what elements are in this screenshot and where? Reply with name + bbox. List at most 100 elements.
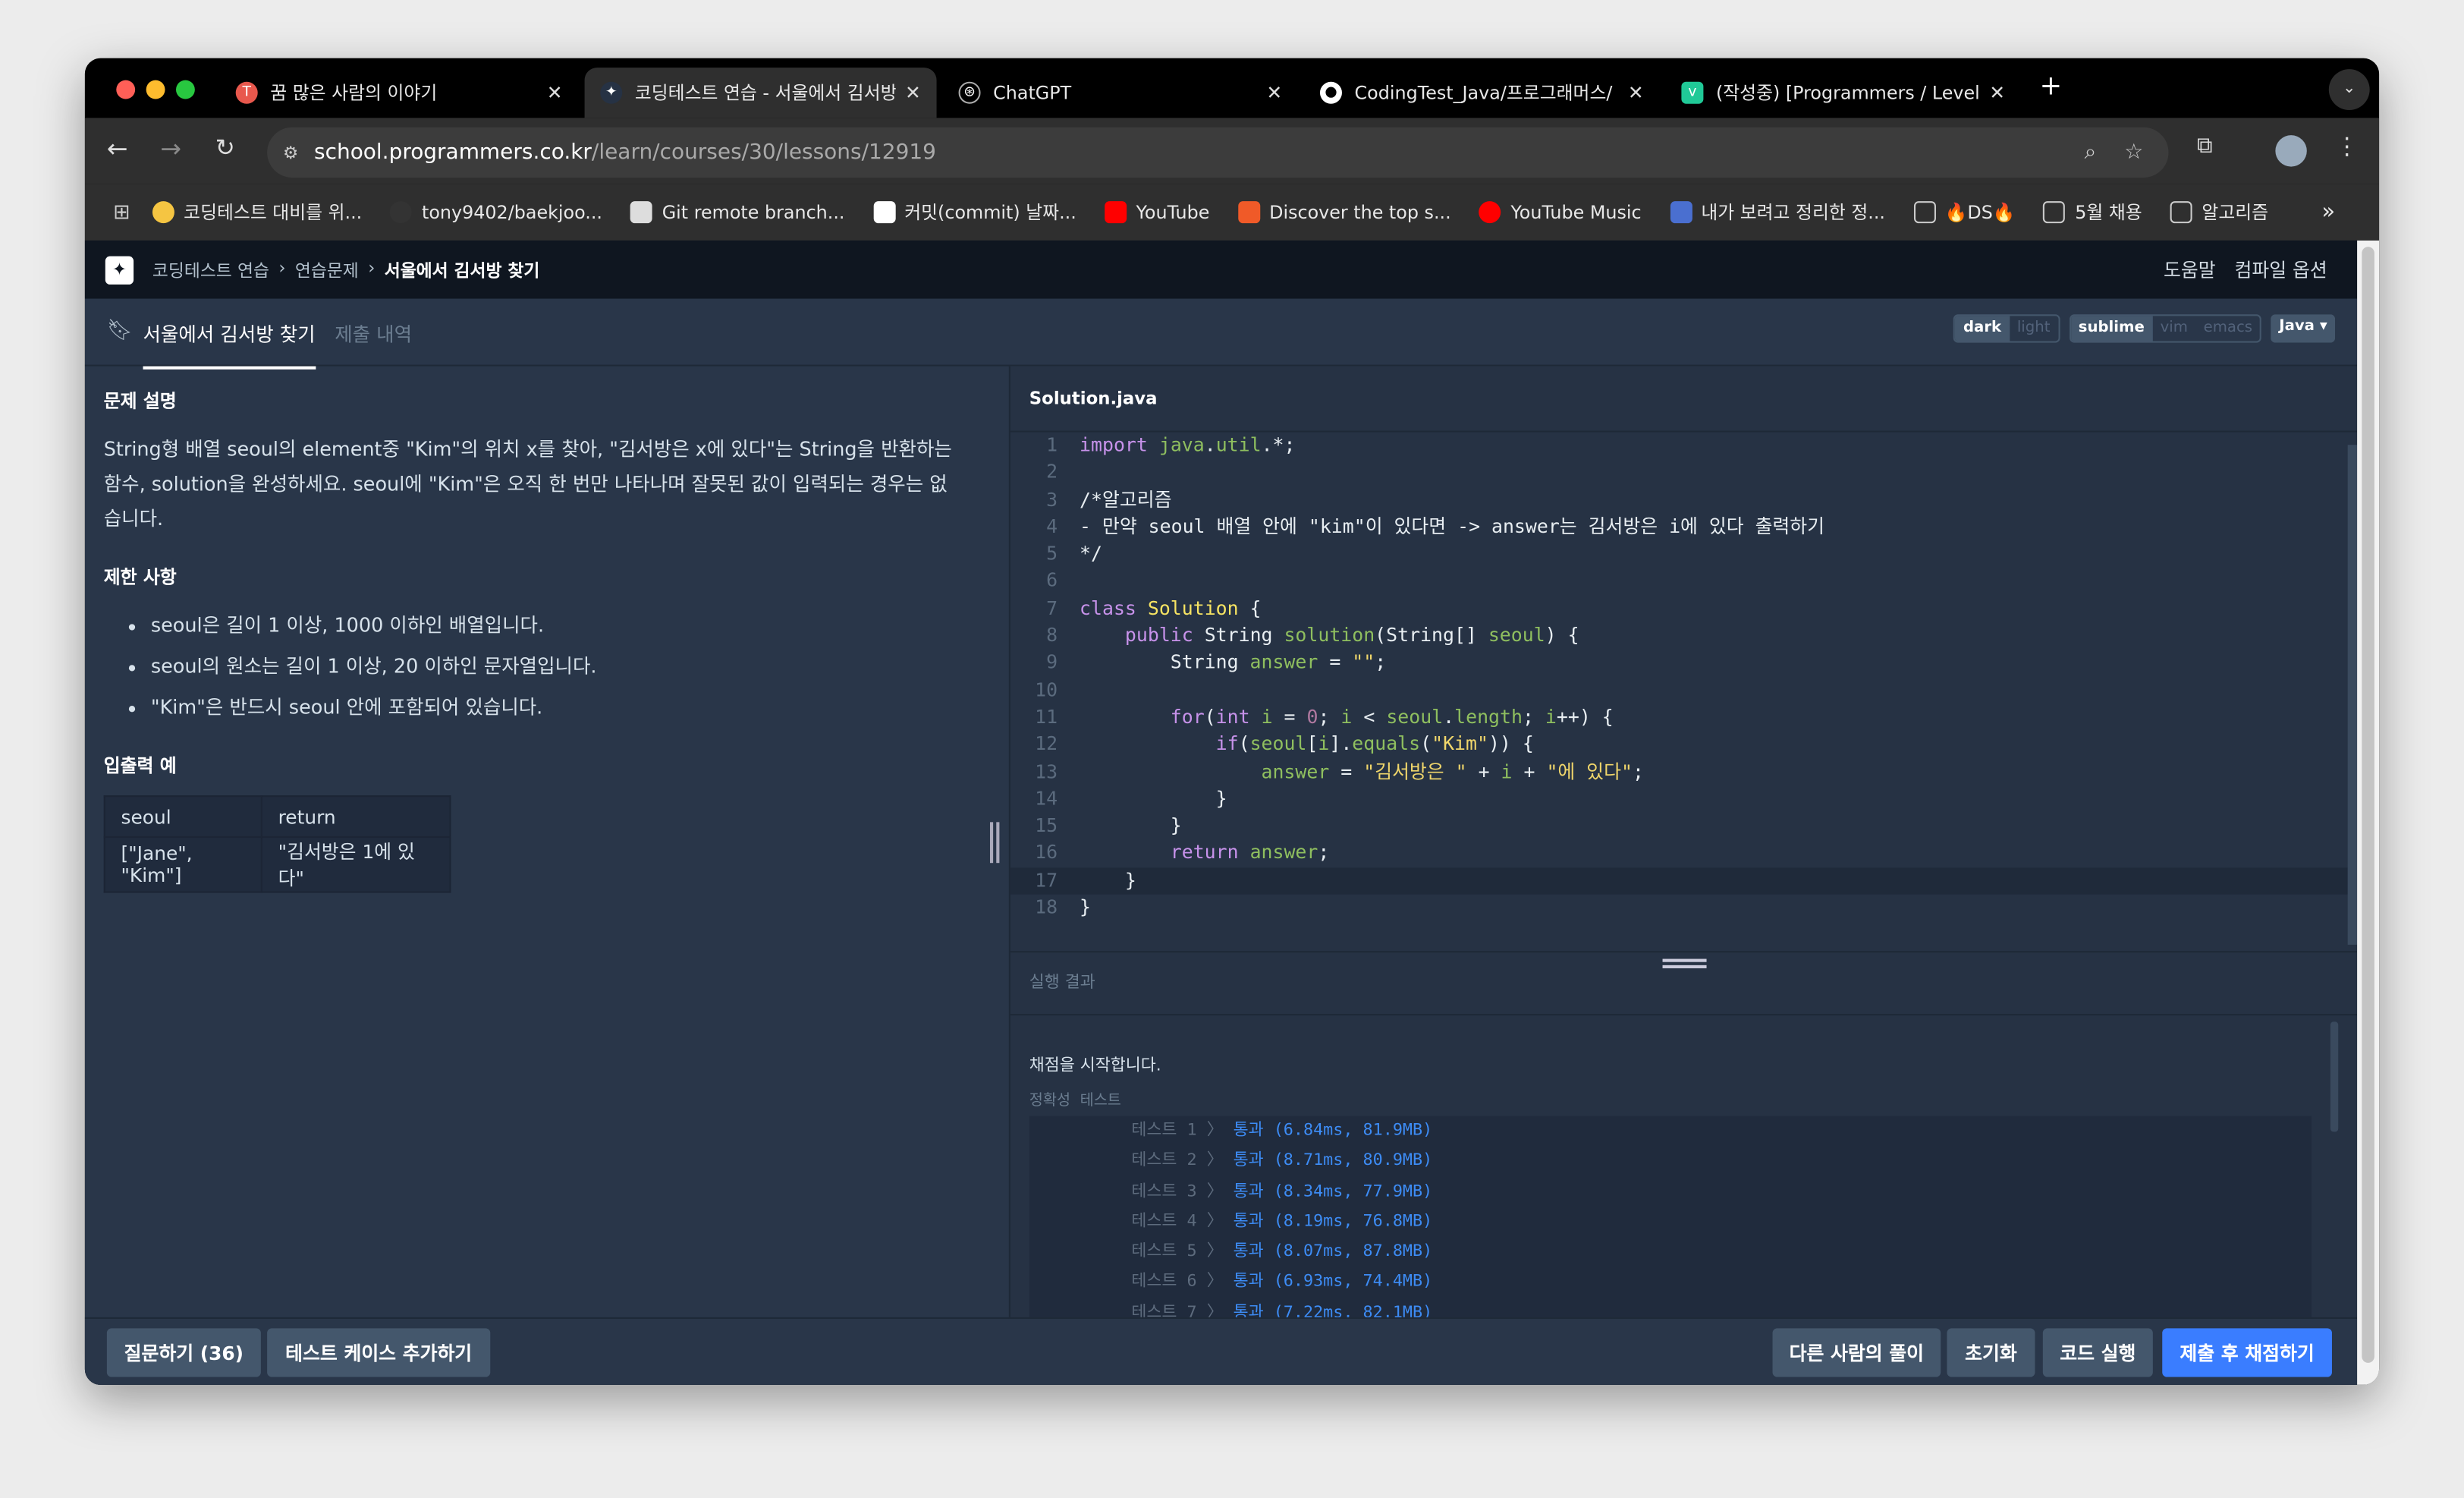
more-bookmarks-button[interactable]: » (2321, 200, 2335, 225)
code-line[interactable]: 8 public String solution(String[] seoul)… (1010, 622, 2349, 650)
zoom-icon[interactable]: ⌕ (2085, 140, 2097, 165)
code-line[interactable]: 2 (1010, 459, 2349, 486)
add-test-case-button[interactable]: 테스트 케이스 추가하기 (267, 1328, 491, 1377)
keymap-vim[interactable]: vim (2152, 316, 2195, 341)
code-line[interactable]: 10 (1010, 677, 2349, 704)
address-bar[interactable]: ⚙ school.programmers.co.kr/learn/courses… (267, 127, 2169, 178)
breadcrumb-link[interactable]: 코딩테스트 연습 (152, 257, 269, 282)
reset-button[interactable]: 초기화 (1947, 1328, 2035, 1377)
new-tab-button[interactable]: + (2040, 71, 2063, 102)
bookmark-icon[interactable]: 🔖︎ (107, 319, 133, 342)
bookmark[interactable]: 커밋(commit) 날짜... (872, 200, 1076, 225)
youtube-music-icon (1479, 201, 1501, 224)
bookmark[interactable]: 코딩테스트 대비를 위... (152, 200, 362, 225)
github-icon: ● (1319, 81, 1342, 104)
close-tab-icon[interactable]: ✕ (1989, 82, 2005, 104)
line-number: 11 (1035, 705, 1058, 728)
code-line[interactable]: 7 class Solution { (1010, 596, 2349, 623)
run-code-button[interactable]: 코드 실행 (2042, 1328, 2153, 1377)
bookmark[interactable]: YouTube (1105, 201, 1209, 224)
browser-tab[interactable]: ● CodingTest_Java/프로그래머스/✕ (1304, 68, 1659, 118)
browser-tab-active[interactable]: ✦ 코딩테스트 연습 - 서울에서 김서방 ✕ (584, 68, 937, 118)
editor-scrollbar[interactable] (2347, 445, 2358, 945)
code-line[interactable]: 9 String answer = ""; (1010, 650, 2349, 677)
results-scrollbar[interactable] (2330, 1021, 2339, 1132)
extensions-icon[interactable]: ⧉ (2197, 134, 2213, 159)
tab-submission-history[interactable]: 제출 내역 (335, 319, 412, 347)
bookmark-star-icon[interactable]: ☆ (2124, 140, 2143, 165)
apps-grid-icon[interactable]: ⊞ (113, 200, 130, 224)
code-line[interactable]: 3 /*알고리즘 (1010, 486, 2349, 514)
maximize-window-button[interactable] (175, 80, 195, 99)
code-line[interactable]: 1 import java.util.*; (1010, 433, 2349, 460)
language-select[interactable]: Java ▾ (2271, 314, 2336, 343)
close-tab-icon[interactable]: ✕ (1628, 82, 1644, 104)
bookmark[interactable]: YouTube Music (1479, 201, 1642, 224)
github-icon (390, 201, 413, 224)
code-line[interactable]: 11 for(int i = 0; i < seoul.length; i++)… (1010, 704, 2349, 732)
bookmark-folder[interactable]: 알고리즘 (2170, 200, 2268, 225)
close-tab-icon[interactable]: ✕ (1266, 82, 1282, 104)
submit-button[interactable]: 제출 후 채점하기 (2162, 1328, 2332, 1377)
menu-icon[interactable]: ⋮ (2335, 132, 2359, 160)
compile-options-link[interactable]: 컴파일 옵션 (2234, 256, 2327, 283)
help-link[interactable]: 도움말 (2164, 256, 2216, 283)
code-line[interactable]: 15 } (1010, 813, 2349, 840)
close-tab-icon[interactable]: ✕ (547, 82, 563, 104)
bookmark[interactable]: tony9402/baekjoo... (390, 201, 602, 224)
code-line[interactable]: 17 } (1010, 867, 2349, 895)
bookmark-folder[interactable]: 🔥DS🔥 (1913, 201, 2016, 224)
code-line[interactable]: 14 } (1010, 785, 2349, 813)
question-button[interactable]: 질문하기 (36) (106, 1328, 261, 1377)
page-scrollbar[interactable] (2357, 240, 2380, 1385)
back-button[interactable]: ← (107, 134, 128, 163)
limit-item: seoul의 원소는 길이 1 이상, 20 이하인 문자열입니다. (151, 646, 988, 687)
bookmark[interactable]: Discover the top s... (1237, 201, 1451, 224)
code-text: for(int i = 0; i < seoul.length; i++) { (1170, 705, 1614, 728)
bookmark[interactable]: 내가 보려고 정리한 정... (1669, 200, 1885, 225)
bookmark-icon (872, 201, 895, 224)
results-section-label: 정확성 테스트 (1029, 1092, 1121, 1110)
code-line[interactable]: 6 (1010, 568, 2349, 596)
problem-text: String형 배열 seoul의 element중 "Kim"의 위치 x를 … (103, 438, 952, 530)
code-editor[interactable]: 1 import java.util.*; 2 3 /*알고리즘 4 - 만약 seoul … (1010, 433, 2349, 922)
tab-favicon-icon: T (235, 81, 258, 104)
browser-tab[interactable]: v (작성중) [Programmers / Level ✕ (1666, 68, 2021, 118)
code-text: public String solution(String[] seoul) { (1124, 624, 1579, 647)
forward-button[interactable]: → (160, 134, 181, 163)
browser-tab[interactable]: T꿈 많은 사람의 이야기 ✕ (220, 68, 578, 118)
tab-problem[interactable]: 서울에서 김서방 찾기 (143, 319, 316, 370)
code-line[interactable]: 18} (1010, 895, 2349, 922)
keymap-sublime[interactable]: sublime (2070, 316, 2153, 341)
results-list: 테스트 1 〉 통과 (6.84ms, 81.9MB) 테스트 2 〉 통과 (8… (1029, 1116, 2312, 1317)
code-line[interactable]: 16 return answer; (1010, 840, 2349, 867)
code-line[interactable]: 5 */ (1010, 541, 2349, 568)
theme-dark[interactable]: dark (1955, 316, 2010, 341)
keymap-emacs[interactable]: emacs (2195, 316, 2260, 341)
close-window-button[interactable] (116, 80, 136, 99)
browser-tab[interactable]: ⊛ ChatGPT ✕ (943, 68, 1298, 118)
minimize-window-button[interactable] (146, 80, 165, 99)
code-line[interactable]: 4 - 만약 seoul 배열 안에 "kim"이 있다면 -> answer는 … (1010, 514, 2349, 541)
code-text: if(seoul[i].equals("Kim")) { (1215, 732, 1534, 755)
others-solutions-button[interactable]: 다른 사람의 풀이 (1772, 1328, 1941, 1377)
bookmark-folder[interactable]: 5월 채용 (2043, 200, 2142, 225)
breadcrumb-link[interactable]: 연습문제 (295, 257, 359, 282)
browser-toolbar: ← → ↻ ⚙ school.programmers.co.kr/learn/c… (84, 118, 2380, 184)
reload-button[interactable]: ↻ (215, 134, 235, 162)
results-resize-handle[interactable] (1662, 958, 1707, 968)
theme-light[interactable]: light (2009, 316, 2057, 341)
code-line[interactable]: 13 answer = "김서방은 " + i + "에 있다"; (1010, 759, 2349, 786)
programmers-logo[interactable]: ✦ (105, 255, 134, 284)
profile-avatar[interactable] (2275, 135, 2307, 167)
test-result-row: 테스트 2 〉 통과 (8.71ms, 80.9MB) (1029, 1147, 2312, 1177)
bookmark[interactable]: Git remote branch... (630, 201, 845, 224)
pane-resize-handle[interactable] (989, 822, 1000, 864)
code-line[interactable]: 12 if(seoul[i].equals("Kim")) { (1010, 732, 2349, 759)
test-result: 통과 (8.07ms, 87.8MB) (1233, 1242, 1433, 1261)
tab-search-button[interactable]: ⌄ (2328, 69, 2370, 110)
close-tab-icon[interactable]: ✕ (905, 82, 921, 104)
problem-tabs: 🔖︎ 서울에서 김서방 찾기 제출 내역 dark light sublime vi… (84, 299, 2358, 370)
site-settings-icon[interactable]: ⚙ (283, 142, 298, 162)
bookmark-icon (152, 201, 174, 224)
